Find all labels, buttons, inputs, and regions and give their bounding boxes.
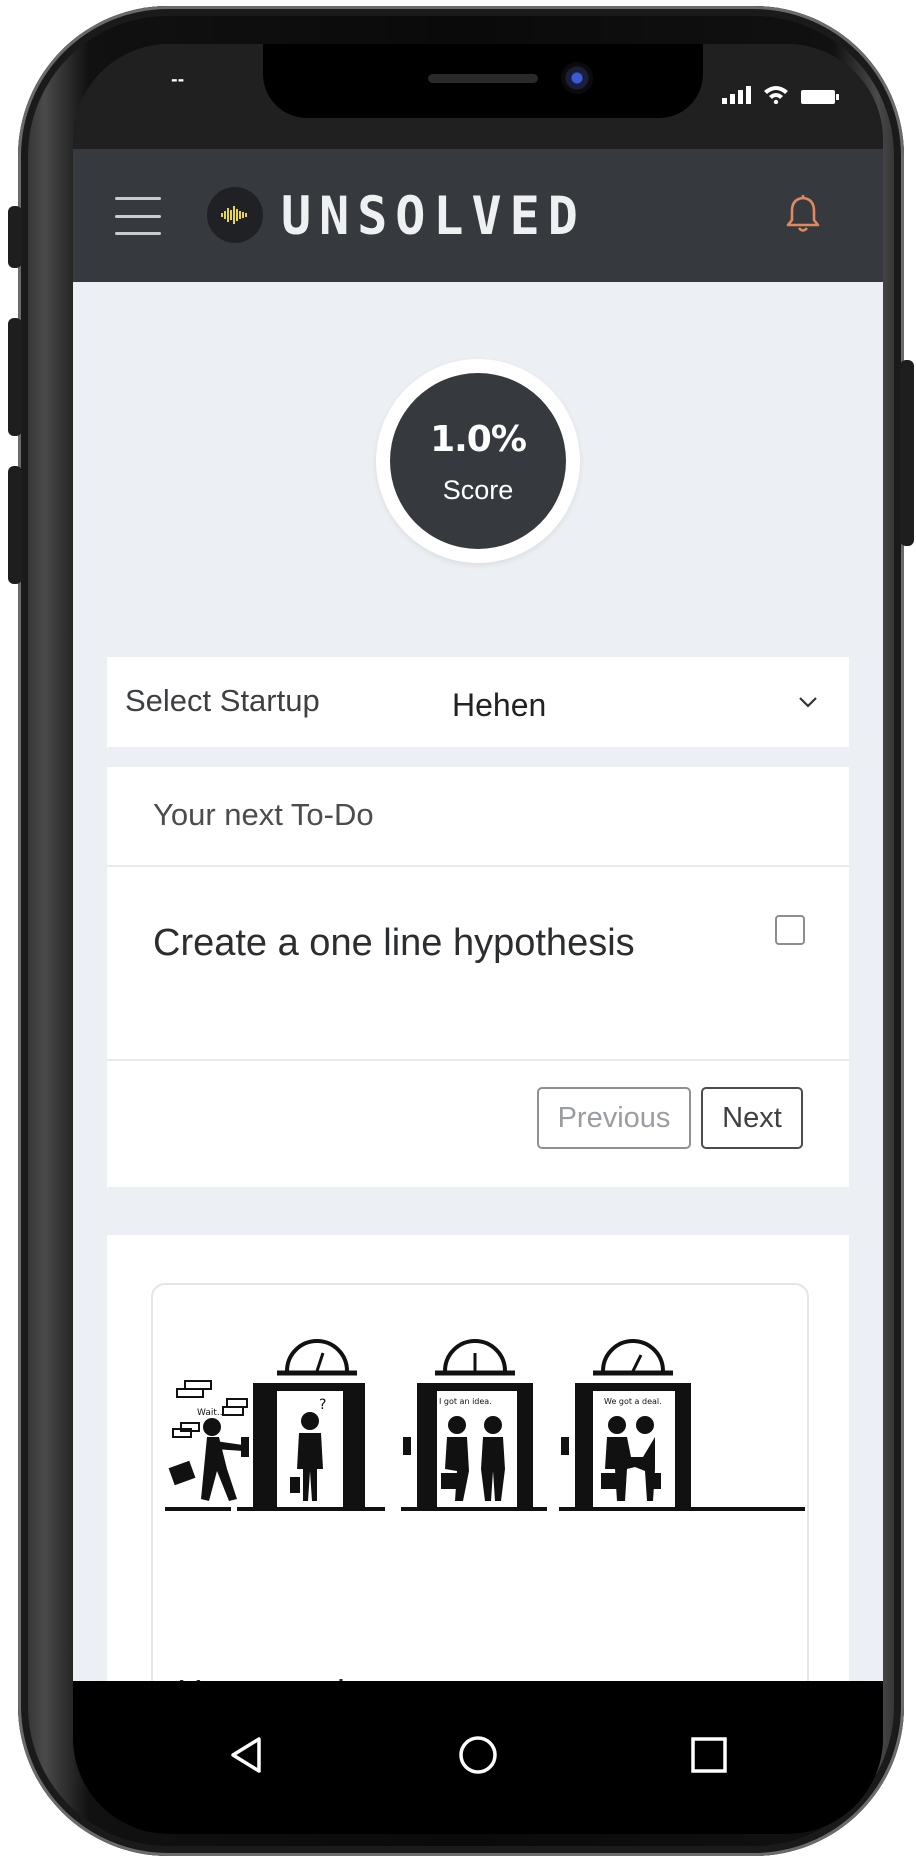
todo-checkbox[interactable] bbox=[775, 915, 805, 945]
startup-select-card: Select Startup Hehen bbox=[107, 657, 849, 747]
android-nav-bar bbox=[73, 1681, 883, 1834]
todo-heading: Your next To-Do bbox=[153, 797, 374, 832]
todo-item-text: Create a one line hypothesis bbox=[153, 922, 635, 964]
elevator-pitch-illustration: Wait... ? I got an idea. We got a deal. bbox=[165, 1339, 805, 1511]
score-label: Score bbox=[442, 475, 514, 505]
phone-screen: -- UNSOLVED 1.0% Score Select Startup He… bbox=[73, 44, 883, 1834]
app-header: UNSOLVED bbox=[73, 149, 883, 282]
logo-waveform-icon bbox=[207, 187, 263, 243]
notch bbox=[263, 44, 703, 118]
recents-square-icon[interactable] bbox=[685, 1731, 733, 1779]
speaker-grille bbox=[428, 74, 538, 83]
caption-deal: We got a deal. bbox=[604, 1397, 662, 1406]
todo-header: Your next To-Do bbox=[107, 767, 849, 867]
phone-frame: -- UNSOLVED 1.0% Score Select Startup He… bbox=[8, 6, 914, 1856]
phone-side-button bbox=[8, 206, 22, 268]
caption-idea: I got an idea. bbox=[439, 1397, 492, 1406]
svg-text:?: ? bbox=[319, 1397, 326, 1413]
bell-icon[interactable] bbox=[783, 193, 823, 235]
app-content: UNSOLVED 1.0% Score Select Startup Hehen bbox=[73, 149, 883, 1681]
caption-wait: Wait... bbox=[197, 1408, 225, 1418]
elevator-3: We got a deal. bbox=[559, 1339, 805, 1511]
status-bar: -- bbox=[73, 44, 883, 149]
article-section: Wait... ? I got an idea. We got a deal. bbox=[107, 1235, 849, 1681]
todo-item: Create a one line hypothesis bbox=[107, 867, 849, 1061]
battery-icon bbox=[801, 90, 839, 104]
back-triangle-icon[interactable] bbox=[223, 1731, 271, 1779]
phone-volume-up bbox=[8, 318, 22, 436]
brand-name: UNSOLVED bbox=[281, 185, 586, 247]
startup-select-label: Select Startup bbox=[125, 683, 320, 718]
score-circle: 1.0% Score bbox=[390, 373, 566, 549]
chevron-down-icon[interactable] bbox=[797, 691, 819, 713]
previous-button[interactable]: Previous bbox=[537, 1087, 691, 1149]
score-badge: 1.0% Score bbox=[376, 359, 580, 563]
status-time: -- bbox=[171, 70, 185, 89]
system-icons bbox=[722, 84, 839, 104]
score-value: 1.0% bbox=[430, 419, 527, 460]
article-card[interactable]: Wait... ? I got an idea. We got a deal. bbox=[151, 1283, 809, 1681]
home-circle-icon[interactable] bbox=[454, 1731, 502, 1779]
phone-volume-down bbox=[8, 466, 22, 584]
startup-select-dropdown[interactable]: Hehen bbox=[452, 687, 546, 724]
article-title[interactable]: How to write your startup one bbox=[177, 1672, 645, 1681]
elevator-2: I got an idea. bbox=[401, 1339, 547, 1511]
signal-icon bbox=[722, 86, 751, 104]
phone-power-button bbox=[900, 360, 914, 546]
next-button[interactable]: Next bbox=[701, 1087, 803, 1149]
elevator-1: ? bbox=[237, 1339, 385, 1511]
front-camera-icon bbox=[561, 62, 593, 94]
wifi-icon bbox=[764, 86, 788, 104]
todo-card: Your next To-Do Create a one line hypoth… bbox=[107, 767, 849, 1187]
hamburger-menu-icon[interactable] bbox=[115, 197, 161, 235]
